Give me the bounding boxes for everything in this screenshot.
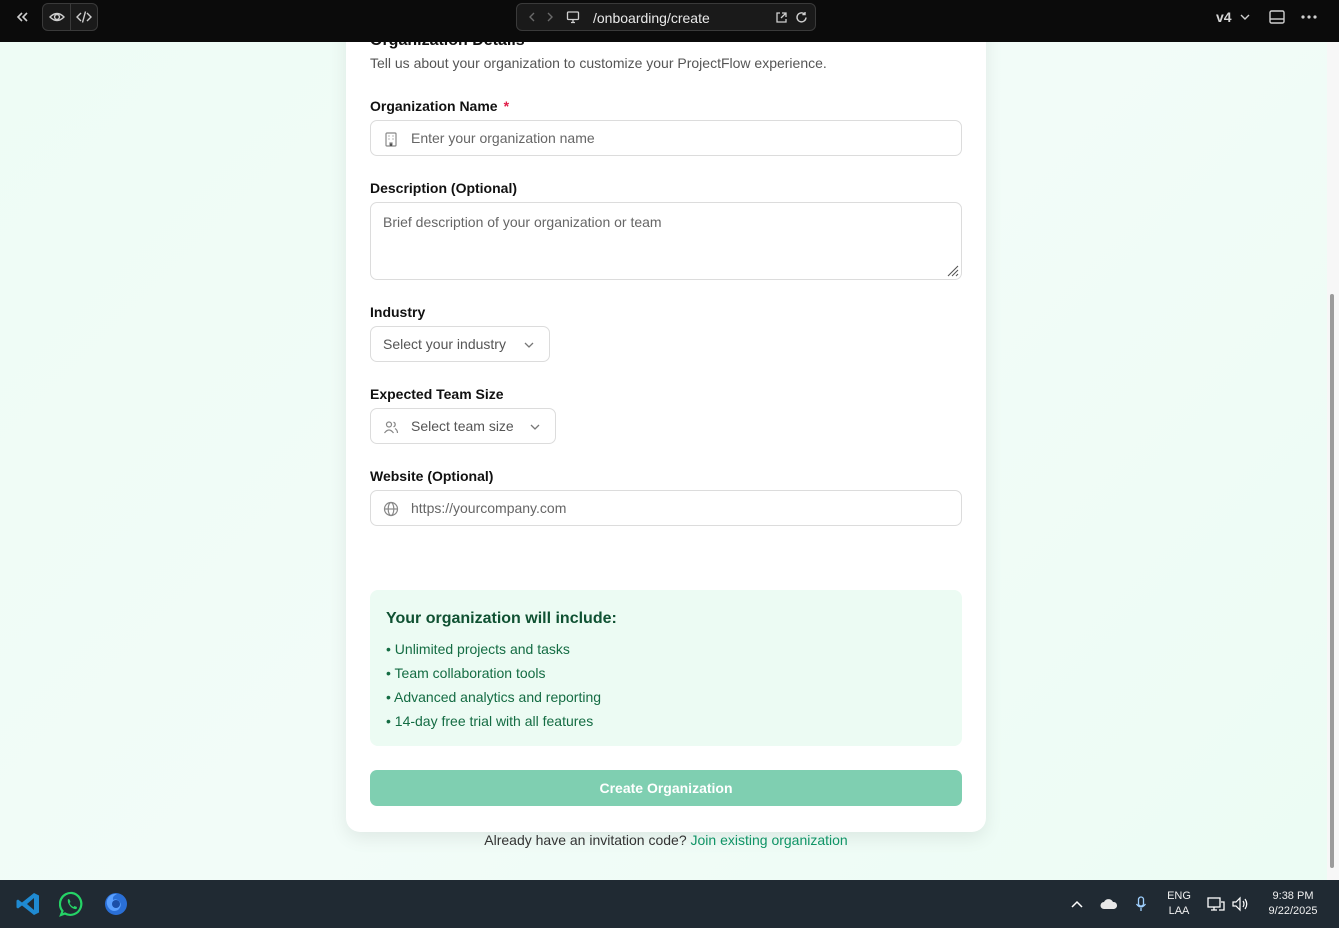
taskbar: ENG LAA 9:38 PM 9/22/2025 xyxy=(0,880,1339,928)
feature-item: • Advanced analytics and reporting xyxy=(386,689,602,705)
more-icon[interactable] xyxy=(1298,6,1320,28)
resize-handle-icon[interactable] xyxy=(945,263,959,277)
website-placeholder: https://yourcompany.com xyxy=(411,500,567,516)
team-size-label: Expected Team Size xyxy=(370,386,504,402)
features-panel: Your organization will include: • Unlimi… xyxy=(370,590,962,746)
section-subtitle: Tell us about your organization to custo… xyxy=(370,55,827,71)
volume-icon[interactable] xyxy=(1230,894,1250,914)
org-name-input[interactable]: Enter your organization name xyxy=(370,120,962,156)
website-label: Website (Optional) xyxy=(370,468,494,484)
scrollbar-thumb[interactable] xyxy=(1330,294,1334,868)
description-textarea[interactable]: Brief description of your organization o… xyxy=(370,202,962,280)
industry-value: Select your industry xyxy=(383,336,506,352)
refresh-icon[interactable] xyxy=(793,9,809,25)
org-name-label: Organization Name * xyxy=(370,98,510,114)
industry-label: Industry xyxy=(370,304,426,320)
page-viewport: Organization Details Tell us about your … xyxy=(0,42,1327,880)
browser-toolbar: /onboarding/create v4 xyxy=(0,0,1339,42)
required-mark: * xyxy=(503,98,510,114)
language-indicator[interactable]: ENG LAA xyxy=(1162,889,1196,919)
monitor-icon xyxy=(565,9,581,25)
features-title: Your organization will include: xyxy=(386,610,617,627)
layout-icon[interactable] xyxy=(1266,6,1288,28)
mic-icon[interactable] xyxy=(1132,894,1150,914)
chevron-down-icon xyxy=(529,420,541,432)
clock-date: 9/22/2025 xyxy=(1268,905,1318,917)
code-icon[interactable] xyxy=(74,7,94,27)
external-link-icon[interactable] xyxy=(773,9,789,25)
team-size-select[interactable]: Select team size xyxy=(370,408,556,444)
back-icon[interactable] xyxy=(525,9,539,25)
forward-icon[interactable] xyxy=(543,9,557,25)
cloud-icon[interactable] xyxy=(1098,895,1120,913)
firefox-icon[interactable] xyxy=(102,890,130,918)
invite-line: Already have an invitation code? Join ex… xyxy=(346,832,986,848)
clock-time: 9:38 PM xyxy=(1272,890,1314,902)
url-text[interactable]: /onboarding/create xyxy=(593,10,710,26)
language-code: ENG xyxy=(1167,890,1191,902)
address-bar[interactable]: /onboarding/create xyxy=(516,3,816,31)
feature-item: • 14-day free trial with all features xyxy=(386,713,594,729)
vscode-icon[interactable] xyxy=(14,890,42,918)
feature-item: • Unlimited projects and tasks xyxy=(386,641,570,657)
chevron-up-icon[interactable] xyxy=(1068,896,1086,912)
chevron-down-icon xyxy=(523,338,535,350)
description-label: Description (Optional) xyxy=(370,180,517,196)
section-title: Organization Details xyxy=(370,42,525,50)
whatsapp-icon[interactable] xyxy=(58,890,86,918)
chevron-down-icon[interactable] xyxy=(1238,10,1252,24)
collapse-icon[interactable] xyxy=(10,5,34,29)
team-size-value: Select team size xyxy=(411,418,514,434)
org-name-placeholder: Enter your organization name xyxy=(411,130,595,146)
page-scrollbar[interactable] xyxy=(1327,42,1339,880)
description-placeholder: Brief description of your organization o… xyxy=(383,214,662,230)
eye-icon[interactable] xyxy=(47,7,67,27)
clock[interactable]: 9:38 PM 9/22/2025 xyxy=(1258,889,1328,919)
create-organization-button[interactable]: Create Organization xyxy=(370,770,962,806)
users-icon xyxy=(383,419,399,440)
onboarding-card: Organization Details Tell us about your … xyxy=(346,42,986,848)
industry-select[interactable]: Select your industry xyxy=(370,326,550,362)
keyboard-layout: LAA xyxy=(1168,905,1190,917)
invite-text: Already have an invitation code? xyxy=(484,832,687,848)
view-toggle-group xyxy=(42,3,98,31)
version-selector[interactable]: v4 xyxy=(1216,9,1232,25)
website-input[interactable]: https://yourcompany.com xyxy=(370,490,962,526)
network-icon[interactable] xyxy=(1206,894,1226,914)
join-existing-link[interactable]: Join existing organization xyxy=(691,832,848,848)
building-icon xyxy=(383,131,399,147)
globe-icon xyxy=(383,501,399,517)
feature-item: • Team collaboration tools xyxy=(386,665,546,681)
